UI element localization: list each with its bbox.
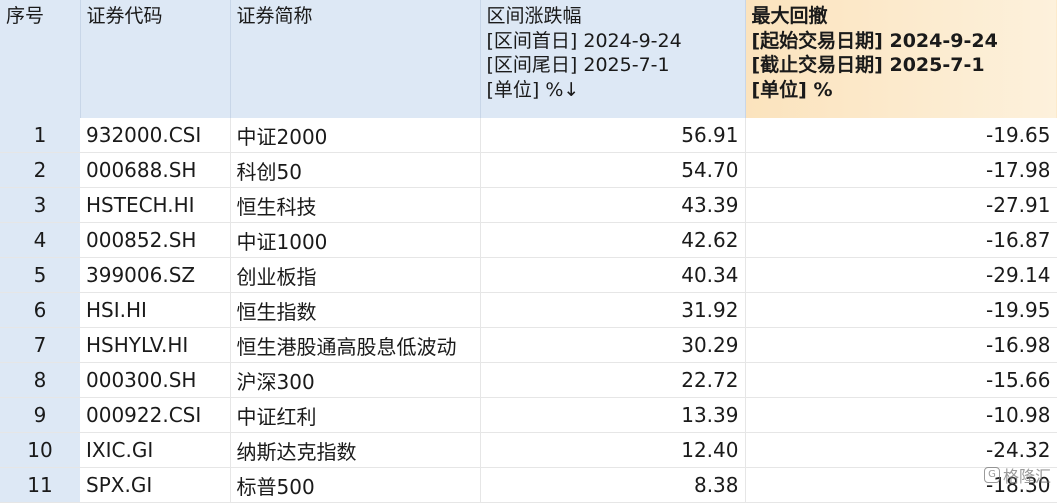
logo-icon: G [983,467,1000,483]
table-row[interactable]: 4 000852.SH 中证1000 42.62 -16.87 [0,222,1057,258]
cell-max-drawdown: -16.98 [745,327,1057,363]
securities-table: 序号 证券代码 证券简称 区间涨跌幅 [区间首日] 2024-9-24 [区间尾… [0,0,1057,503]
cell-range-change: 43.39 [480,187,746,223]
cell-range-change: 30.29 [480,327,746,363]
cell-code: 000852.SH [80,222,231,258]
table-row[interactable]: 7 HSHYLV.HI 恒生港股通高股息低波动 30.29 -16.98 [0,327,1057,363]
max-drawdown-start: [起始交易日期] 2024-9-24 [751,29,998,52]
cell-max-drawdown: -15.66 [745,362,1057,398]
cell-range-change: 22.72 [480,362,746,398]
cell-range-change: 8.38 [480,467,746,503]
table-row[interactable]: 3 HSTECH.HI 恒生科技 43.39 -27.91 [0,187,1057,223]
watermark: G 格隆汇 [983,463,1051,487]
range-change-end: [区间尾日] 2025-7-1 [486,54,670,76]
range-change-unit: [单位] %↓ [486,78,580,101]
cell-range-change: 40.34 [480,257,746,293]
cell-range-change: 13.39 [480,397,746,433]
cell-range-change: 42.62 [480,222,746,258]
cell-name: 恒生科技 [230,187,481,223]
cell-name: 中证1000 [230,222,481,258]
cell-code: 399006.SZ [80,257,231,293]
cell-range-change: 12.40 [480,432,746,468]
cell-max-drawdown: -19.95 [745,292,1057,328]
cell-name: 沪深300 [230,362,481,398]
watermark-text: 格隆汇 [1002,467,1051,486]
cell-max-drawdown: -19.65 [745,118,1057,153]
range-change-start: [区间首日] 2024-9-24 [486,29,682,52]
cell-index: 9 [0,397,80,433]
max-drawdown-unit: [单位] % [751,78,833,101]
cell-code: SPX.GI [80,467,231,503]
table-row[interactable]: 1 932000.CSI 中证2000 56.91 -19.65 [0,118,1057,153]
cell-index: 10 [0,432,80,468]
table-row[interactable]: 11 SPX.GI 标普500 8.38 -18.30 [0,467,1057,503]
cell-code: HSTECH.HI [80,187,231,223]
header-code[interactable]: 证券代码 [80,0,231,118]
max-drawdown-end: [截止交易日期] 2025-7-1 [751,54,985,76]
cell-name: 纳斯达克指数 [230,432,481,468]
table-row[interactable]: 9 000922.CSI 中证红利 13.39 -10.98 [0,397,1057,433]
cell-name: 恒生指数 [230,292,481,328]
cell-max-drawdown: -16.87 [745,222,1057,258]
cell-max-drawdown: -17.98 [745,152,1057,188]
cell-code: 932000.CSI [80,118,231,153]
cell-max-drawdown: -29.14 [745,257,1057,293]
cell-name: 中证红利 [230,397,481,433]
cell-index: 8 [0,362,80,398]
cell-index: 2 [0,152,80,188]
cell-index: 6 [0,292,80,328]
table-row[interactable]: 10 IXIC.GI 纳斯达克指数 12.40 -24.32 [0,432,1057,468]
cell-code: HSHYLV.HI [80,327,231,363]
cell-code: 000300.SH [80,362,231,398]
header-index[interactable]: 序号 [0,0,81,118]
cell-index: 7 [0,327,80,363]
cell-index: 1 [0,118,80,153]
table-row[interactable]: 5 399006.SZ 创业板指 40.34 -29.14 [0,257,1057,293]
cell-index: 4 [0,222,80,258]
header-name[interactable]: 证券简称 [230,0,481,118]
cell-index: 11 [0,467,80,503]
cell-range-change: 54.70 [480,152,746,188]
cell-code: HSI.HI [80,292,231,328]
header-row: 序号 证券代码 证券简称 区间涨跌幅 [区间首日] 2024-9-24 [区间尾… [0,0,1057,118]
header-max-drawdown[interactable]: 最大回撤 [起始交易日期] 2024-9-24 [截止交易日期] 2025-7-… [745,0,1057,118]
cell-name: 标普500 [230,467,481,503]
cell-max-drawdown: -10.98 [745,397,1057,433]
range-change-title: 区间涨跌幅 [486,5,582,27]
table-row[interactable]: 6 HSI.HI 恒生指数 31.92 -19.95 [0,292,1057,328]
max-drawdown-title: 最大回撤 [751,5,828,27]
cell-max-drawdown: -27.91 [745,187,1057,223]
cell-code: 000688.SH [80,152,231,188]
cell-range-change: 56.91 [480,118,746,153]
cell-name: 恒生港股通高股息低波动 [230,327,481,363]
cell-name: 中证2000 [230,118,481,153]
cell-index: 3 [0,187,80,223]
cell-code: IXIC.GI [80,432,231,468]
cell-code: 000922.CSI [80,397,231,433]
cell-index: 5 [0,257,80,293]
cell-name: 创业板指 [230,257,481,293]
cell-name: 科创50 [230,152,481,188]
cell-range-change: 31.92 [480,292,746,328]
table-row[interactable]: 8 000300.SH 沪深300 22.72 -15.66 [0,362,1057,398]
header-range-change[interactable]: 区间涨跌幅 [区间首日] 2024-9-24 [区间尾日] 2025-7-1 [… [480,0,746,118]
table-row[interactable]: 2 000688.SH 科创50 54.70 -17.98 [0,152,1057,188]
